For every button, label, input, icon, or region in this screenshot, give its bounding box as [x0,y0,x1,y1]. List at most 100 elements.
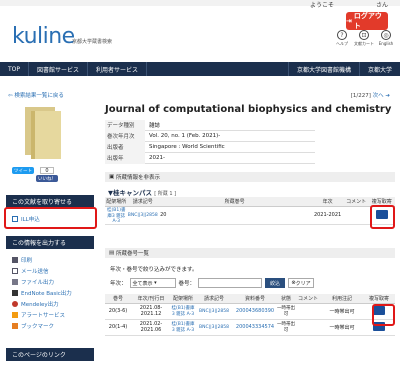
bookmark-label: ブックマーク [21,324,55,330]
kuline-logo[interactable]: kuline [12,24,75,49]
cart-link[interactable]: ⊡ 文献カート [354,30,374,47]
status-cell: 一時帯出可 [277,319,295,336]
alert-label: アラートサービス [21,313,66,319]
highlight-copy-request-1 [370,205,395,229]
like-button[interactable]: いいね！ [36,175,58,182]
filter-button[interactable]: 絞込 [265,278,286,288]
col-header: 資料番号 [233,294,277,304]
output-section-heading: この情報を出力する [6,236,94,249]
endnote-link[interactable]: EndNote Basic出力 [12,289,72,297]
cart-icon: ⊡ [359,30,369,40]
help-link[interactable]: ? ヘルプ [334,30,350,47]
bookmark-link[interactable]: ブックマーク [12,322,54,330]
year-select-value: 全て表示 [132,280,153,287]
print-label: 印刷 [21,258,33,264]
status-cell: 一時帯出可 [277,303,295,320]
meta-key: 出版年 [105,152,145,164]
mendeley-link[interactable]: Mendeley出力 [12,300,59,308]
pager: [1/227] 次へ ➔ [351,91,390,99]
clear-label: クリア [295,280,311,287]
nav-kyoto-university[interactable]: 京都大学 [358,62,400,76]
volume-input[interactable] [198,278,263,288]
print-link[interactable]: 印刷 [12,256,32,264]
like-count: 0 [40,167,54,174]
english-icon: ◎ [381,30,391,40]
location-cell[interactable]: 桂(B1)書庫3 雑誌 A-3 [171,303,195,320]
call-number-cell[interactable]: BNC||3||2858 [195,303,233,320]
top-strip: ようこそ さん [0,0,400,9]
english-link[interactable]: ◎ English [378,30,394,47]
nav-user-services[interactable]: 利用者サービス [88,62,148,76]
call-number-cell[interactable]: BNC||3||2858 [195,319,233,336]
english-label: English [378,41,394,46]
back-label: 検索結果一覧に戻る [14,93,64,99]
col-header: 配架場所 [171,294,195,304]
nav-library-network[interactable]: 京都大学図書館機構 [287,62,359,76]
help-icon: ? [337,30,347,40]
welcome-text: ようこそ さん [309,2,388,9]
volumes-bar-label: 所蔵巻号一覧 [115,251,149,257]
meta-row: 出版者 Singapore : World Scientific [105,141,315,153]
record-metadata: データ種別 雑誌 巻次年月次 Vol. 20, no. 1 (Feb. 2021)-… [105,119,315,164]
volumes-section-bar: ▤ 所蔵巻号一覧 [105,248,395,258]
pager-position: [1/227] [350,93,371,99]
location-cell[interactable]: 桂(B1)書庫3 雑誌 A-3 [171,319,195,336]
cart-label: 文献カート [354,41,374,46]
meta-key: データ種別 [105,119,145,131]
highlight-copy-request-2 [372,304,395,326]
file-icon [12,279,18,285]
call-number-cell[interactable]: BNC||3||2858 [127,206,159,225]
year-select[interactable]: 全て表示 ▾ [129,278,176,288]
meta-row: データ種別 雑誌 [105,119,315,131]
note-cell: 一時帯出可 [321,303,363,320]
endnote-label: EndNote Basic出力 [21,291,72,297]
meta-key: 出版者 [105,141,145,153]
social-buttons: ツイート 0 いいね！ [12,167,58,182]
col-header: 年次 [311,197,344,207]
col-header: 請求記号 [195,294,233,304]
back-icon: ⇦ [8,93,13,99]
holdings-toggle-label: 所蔵情報を非表示 [115,175,160,181]
alert-service-link[interactable]: アラートサービス [12,311,65,319]
comment-cell [295,319,321,336]
comment-cell [295,303,321,320]
table-row: 20(3-6) 2021.08-2021.12 桂(B1)書庫3 雑誌 A-3 … [105,303,395,320]
mail-icon [12,268,18,274]
volume-cell: 20 [158,206,312,225]
table-header-row: 配架場所 請求記号 所蔵巻号 年次 コメント 複写取寄 [105,197,395,207]
clear-button[interactable]: ⊗ クリア [288,278,315,288]
email-label: メール送信 [21,269,49,275]
note-cell: 一時帯出可 [321,319,363,336]
nav-top[interactable]: TOP [0,62,30,76]
table-row: 20(1-4) 2021.02-2021.06 桂(B1)書庫3 雑誌 A-3 … [105,319,395,336]
toggle-icon: ▣ [109,174,116,180]
help-label: ヘルプ [336,41,348,46]
filter-description: 年次・巻号で絞り込みができます。 [110,267,198,273]
email-link[interactable]: メール送信 [12,267,49,275]
logo-subtitle: 京都大学蔵書検索 [72,39,113,45]
campus-name: ▼桂キャンパス [108,189,152,197]
tweet-button[interactable]: ツイート [12,167,34,174]
file-output-link[interactable]: ファイル出力 [12,278,54,286]
meta-row: 出版年 2021- [105,152,315,164]
main-nav: TOP 図書館サービス 利用者サービス 京都大学図書館機構 京都大学 [0,62,400,76]
comment-cell [343,206,369,225]
list-icon: ▤ [109,250,116,256]
col-header: 巻号 [105,294,131,304]
col-header: コメント [295,294,321,304]
location-cell[interactable]: 桂(B1)書庫3 雑誌 A-3 [105,206,128,225]
holdings-toggle[interactable]: ▣ 所蔵情報を非表示 [105,172,395,182]
link-section-heading: このページのリンク [6,348,94,361]
logout-label: ログアウト [353,12,382,30]
volume-cell: 20(1-4) [105,319,131,336]
year-label: 年次： [110,281,127,287]
next-link[interactable]: 次へ ➔ [373,93,390,99]
nav-library-services[interactable]: 図書館サービス [29,62,89,76]
item-id-cell[interactable]: 200043680390 [233,303,277,320]
item-id-cell[interactable]: 200043334574 [233,319,277,336]
volume-filter: 年次： 全て表示 ▾ 巻号： 絞込 ⊗ クリア [110,278,315,288]
logout-button[interactable]: ⇥ ログアウト [346,12,388,30]
journal-cover-icon [25,107,63,159]
back-to-results-link[interactable]: ⇦ 検索結果一覧に戻る [8,91,64,99]
volume-label: 巻号： [178,281,196,287]
